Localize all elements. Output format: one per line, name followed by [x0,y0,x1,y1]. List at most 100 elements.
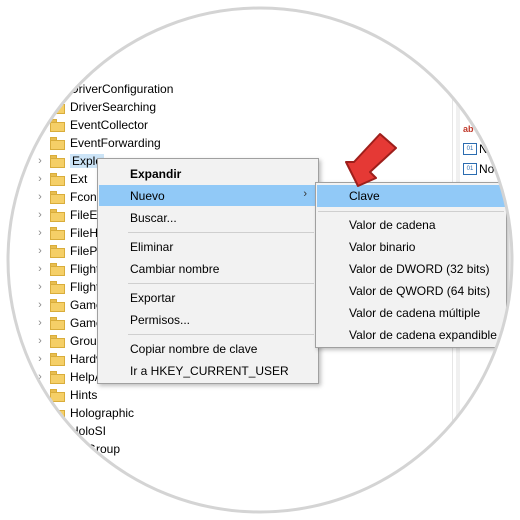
tree-item[interactable]: › Game [34,296,103,314]
chevron-right-icon[interactable] [34,476,46,494]
tree-item-label: DriverSearching [70,100,157,114]
menu-item-delete[interactable]: Eliminar [99,236,317,257]
tree-item[interactable]: › Game [34,314,103,332]
chevron-right-icon[interactable] [34,116,46,134]
chevron-right-icon[interactable]: › [34,260,46,278]
value-row[interactable]: ab [463,120,477,138]
folder-icon [50,46,65,60]
tree-item[interactable] [34,62,70,80]
tree-item[interactable]: › HoloSI [34,422,106,440]
tree-item-label: DriverConfiguration [70,82,174,96]
tree-item-label: Flight [70,280,100,294]
tree-item[interactable]: EventCollector [34,116,148,134]
context-menu: Expandir Nuevo › Buscar... Eliminar Camb… [97,158,319,384]
tree-item[interactable]: › Fcon [34,188,97,206]
tree-item[interactable]: EventForwarding [34,134,161,152]
new-submenu: Clave Valor de cadena Valor binario Valo… [315,182,507,348]
chevron-right-icon[interactable]: › [34,314,46,332]
chevron-right-icon[interactable]: › [34,440,46,458]
value-row[interactable]: 01 N [463,140,488,158]
chevron-right-icon: › [303,188,307,200]
chevron-right-icon[interactable] [34,98,46,116]
tree-item[interactable]: › Group [34,332,103,350]
tree-item[interactable]: › Hardv [34,350,102,368]
chevron-right-icon[interactable] [34,62,46,80]
tree-item[interactable]: › ...eGroup [34,440,120,458]
tree-item[interactable]: › Flight [34,278,99,296]
chevron-right-icon[interactable] [34,458,46,476]
chevron-right-icon[interactable] [34,80,46,98]
menu-separator [128,334,314,335]
tree-item[interactable]: ...ostics [34,44,111,62]
chevron-right-icon[interactable]: › [34,206,46,224]
submenu-item-qword-value[interactable]: Valor de QWORD (64 bits) [317,280,505,302]
tree-item[interactable]: › Explo [34,152,105,170]
value-name: No [479,162,495,176]
tree-item-label: Flight [70,262,100,276]
folder-icon [50,82,65,96]
chevron-right-icon[interactable]: › [34,350,46,368]
folder-icon [50,442,65,456]
chevron-right-icon[interactable]: › [34,152,46,170]
submenu-item-expandable-string-value[interactable]: Valor de cadena expandible [317,324,505,346]
folder-icon [50,118,65,132]
screenshot-stage: ...ostics DriverConfiguration DriverSearch… [0,0,520,520]
tree-item-label: ...ll [70,478,86,492]
menu-item-copy-key-name[interactable]: Copiar nombre de clave [99,338,317,359]
submenu-item-dword-value[interactable]: Valor de DWORD (32 bits) [317,258,505,280]
tree-item[interactable]: › FileH [34,224,98,242]
chevron-right-icon[interactable] [34,134,46,152]
chevron-right-icon[interactable]: › [34,188,46,206]
value-name: N [479,142,488,156]
tree-item[interactable]: › Ext [34,170,87,188]
menu-item-goto-hkcu[interactable]: Ir a HKEY_CURRENT_USER [99,360,317,381]
folder-icon [50,280,65,294]
menu-item-export[interactable]: Exportar [99,287,317,308]
tree-item-label: EventCollector [70,118,149,132]
folder-icon [50,262,65,276]
menu-item-permissions[interactable]: Permisos... [99,309,317,330]
tree-item[interactable]: DriverConfiguration [34,80,173,98]
menu-item-new[interactable]: Nuevo › [99,185,317,206]
tree-item[interactable]: › FileEx [34,206,103,224]
tree-item[interactable]: › Flight [34,260,99,278]
chevron-right-icon[interactable]: › [34,170,46,188]
pointer-arrow-icon [345,133,397,187]
value-row[interactable]: 01 No [463,160,494,178]
chevron-right-icon[interactable]: › [34,404,46,422]
chevron-right-icon[interactable]: › [34,332,46,350]
chevron-right-icon[interactable] [34,44,46,62]
menu-item-new-label: Nuevo [130,188,165,203]
menu-item-find[interactable]: Buscar... [99,207,317,228]
chevron-right-icon[interactable]: › [34,368,46,386]
tree-item[interactable] [34,458,70,476]
menu-item-rename[interactable]: Cambiar nombre [99,258,317,279]
folder-icon [50,460,65,474]
submenu-item-string-value[interactable]: Valor de cadena [317,214,505,236]
chevron-right-icon[interactable]: › [34,386,46,404]
folder-icon [50,190,65,204]
tree-item[interactable]: › FileP [34,242,97,260]
tree-item[interactable]: DriverSearching [34,98,156,116]
menu-separator [128,232,314,233]
tree-item[interactable]: ...ll [34,476,85,494]
chevron-right-icon[interactable]: › [34,296,46,314]
chevron-right-icon[interactable]: › [34,278,46,296]
folder-icon [50,478,65,492]
tree-item[interactable]: › Hints [34,386,97,404]
submenu-item-multi-string-value[interactable]: Valor de cadena múltiple [317,302,505,324]
chevron-right-icon[interactable]: › [34,224,46,242]
string-value-icon: ab [463,124,474,134]
tree-item[interactable]: › HelpA [34,368,103,386]
folder-icon [50,64,65,78]
menu-item-expand[interactable]: Expandir [99,163,317,184]
tree-item[interactable]: › Holographic [34,404,134,422]
menu-separator [318,211,504,212]
chevron-right-icon[interactable]: › [34,422,46,440]
tree-item-label: Holographic [70,406,135,420]
tree-item-label: Fcon [70,190,97,204]
submenu-item-binary-value[interactable]: Valor binario [317,236,505,258]
tree-item-label: EventForwarding [70,136,161,150]
folder-icon [50,100,65,114]
chevron-right-icon[interactable]: › [34,242,46,260]
